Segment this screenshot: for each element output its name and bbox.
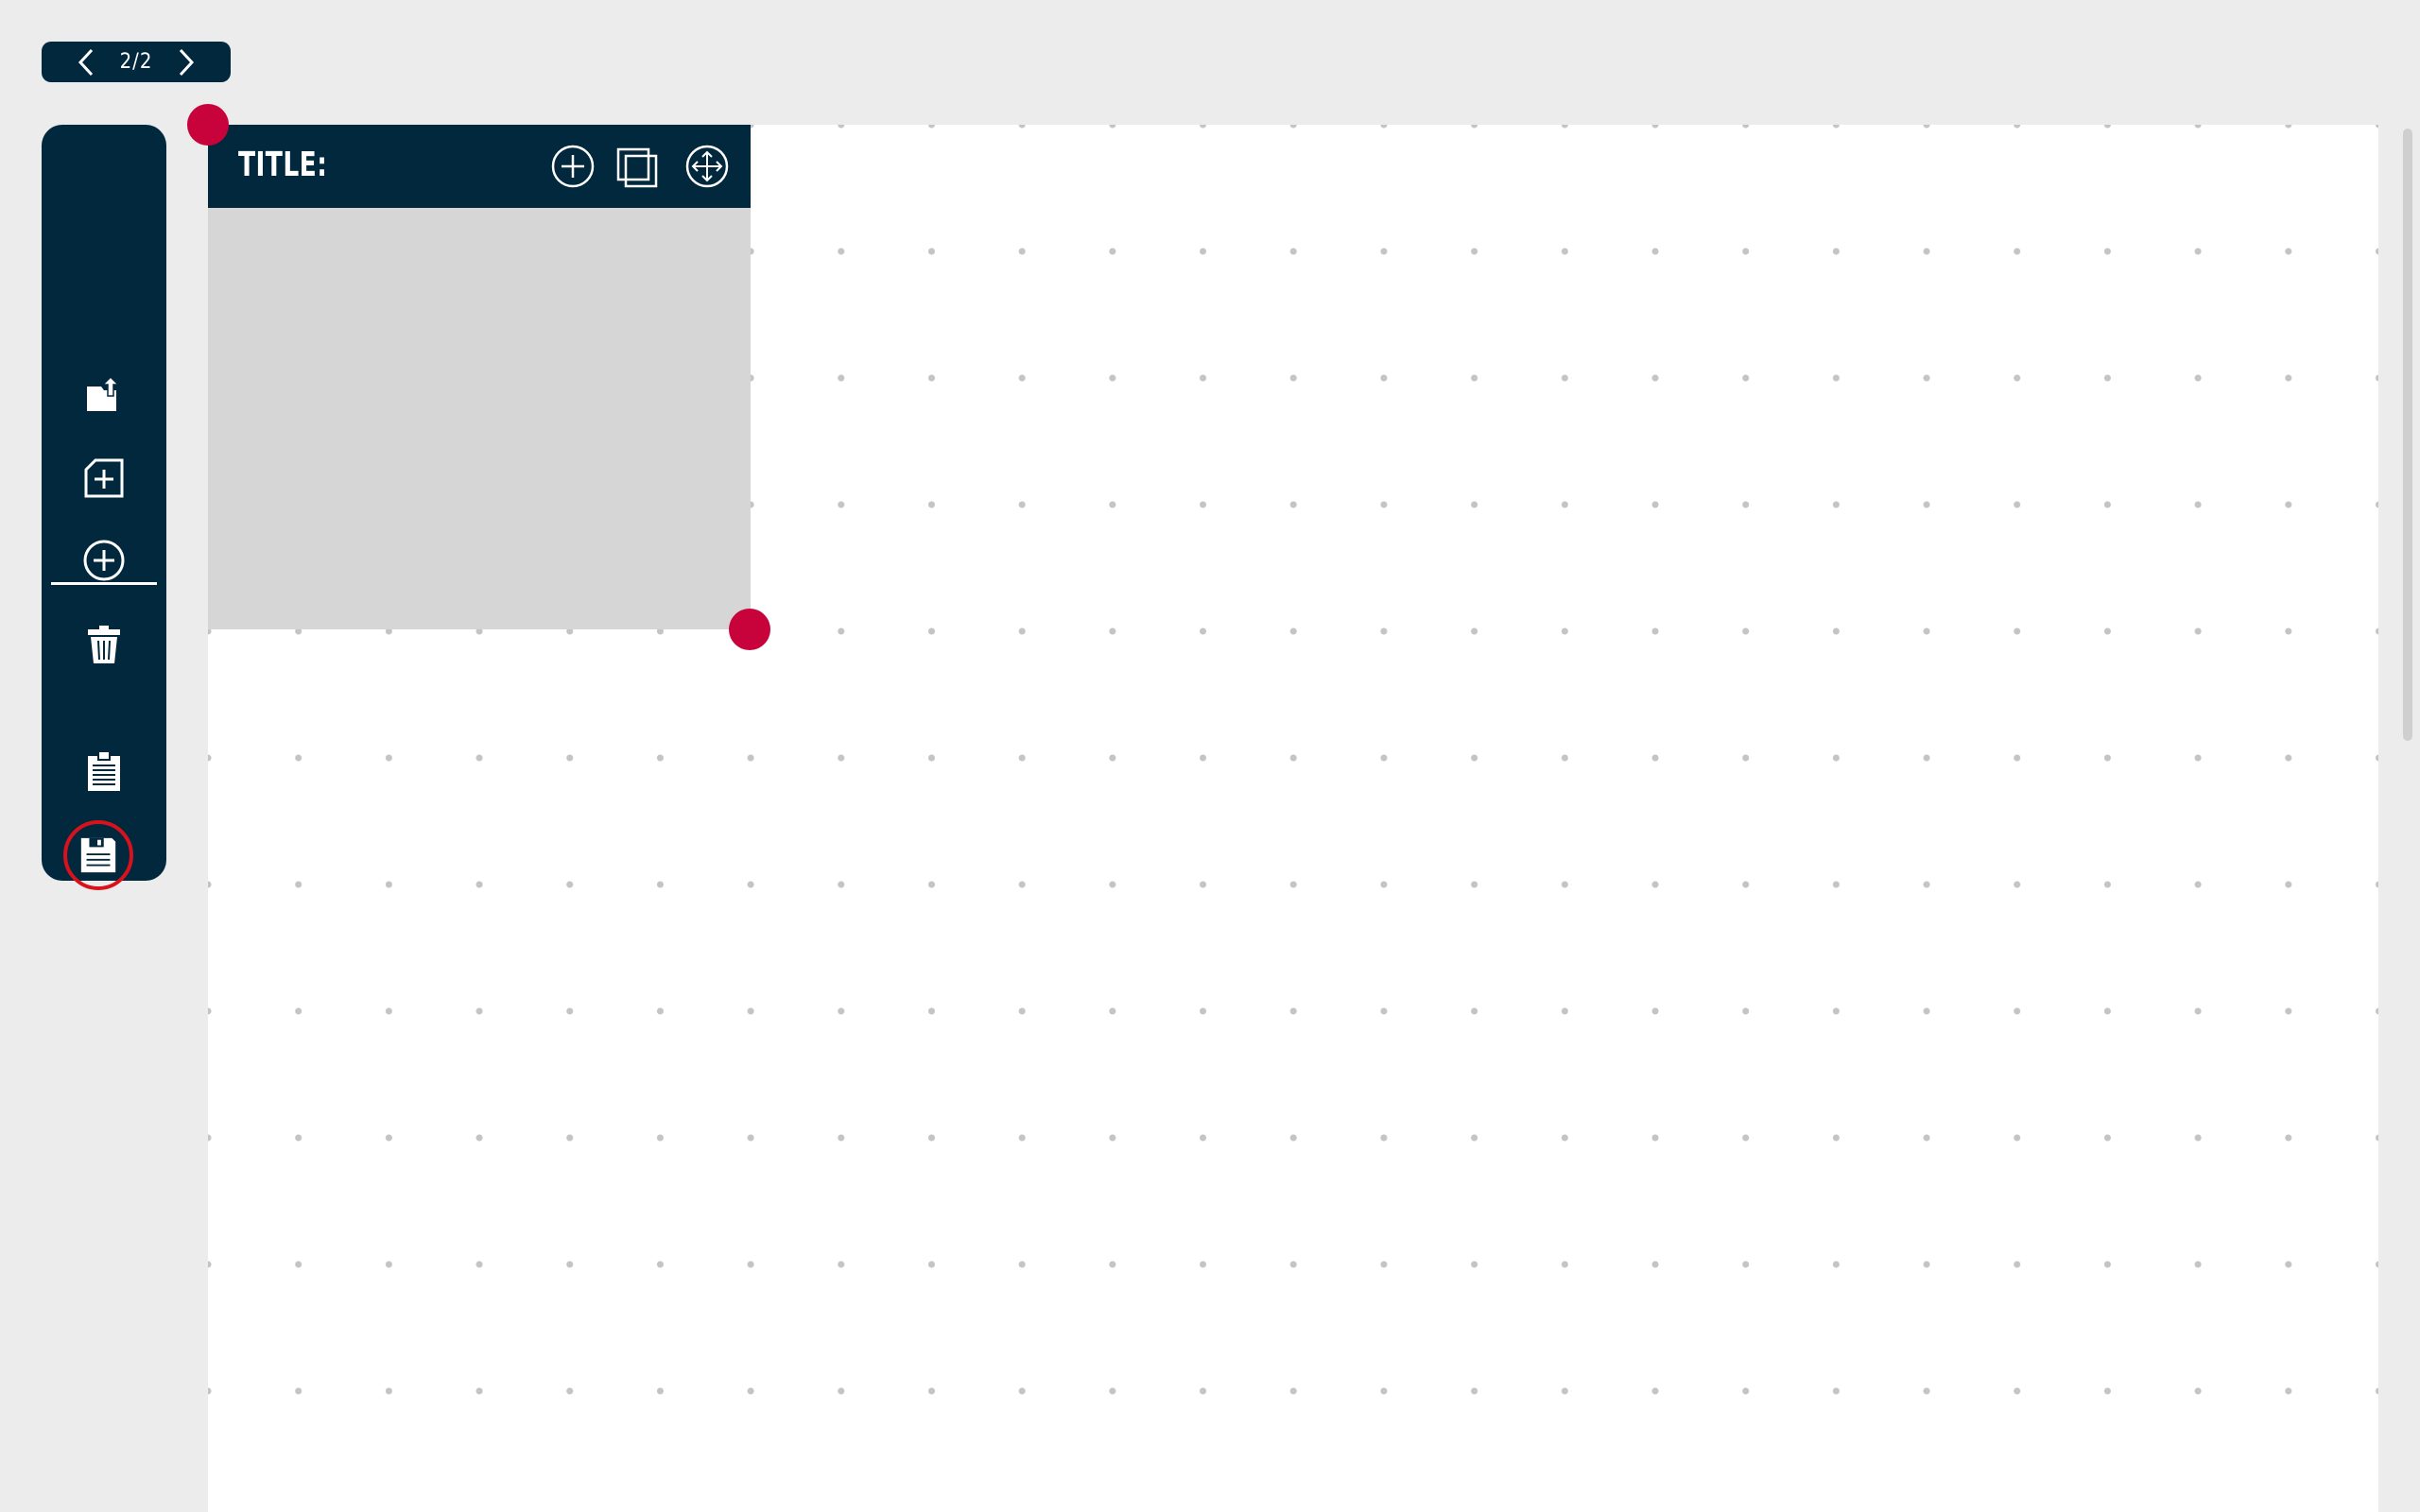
move-arrows-icon — [685, 145, 729, 188]
prev-page-button[interactable] — [73, 46, 99, 78]
add-page-icon — [84, 458, 124, 498]
share-export-icon — [87, 375, 120, 411]
save-button[interactable] — [63, 820, 133, 890]
left-toolbar — [42, 125, 166, 890]
new-page-button[interactable] — [76, 450, 132, 507]
widget-add-button[interactable] — [550, 144, 596, 189]
vertical-scrollbar[interactable] — [2403, 129, 2412, 741]
copy-icon — [616, 147, 658, 188]
resize-handle-top-left[interactable] — [187, 104, 229, 146]
widget-header[interactable]: TITLE: — [208, 125, 751, 208]
resize-handle-bottom-right[interactable] — [729, 609, 770, 650]
add-element-button[interactable] — [76, 532, 132, 589]
floppy-disk-icon — [80, 837, 116, 873]
plus-circle-icon — [551, 145, 595, 188]
plus-circle-icon — [83, 540, 125, 581]
page-counter: 2/2 — [119, 50, 153, 74]
widget-move-button[interactable] — [684, 144, 730, 189]
next-page-button[interactable] — [173, 46, 199, 78]
delete-button[interactable] — [76, 616, 132, 673]
export-button[interactable] — [76, 365, 132, 421]
page-navigator: 2/2 — [42, 42, 231, 82]
canvas-widget[interactable]: TITLE: — [208, 125, 751, 629]
chevron-right-icon — [180, 48, 195, 76]
widget-duplicate-button[interactable] — [614, 144, 660, 189]
widget-title: TITLE: — [238, 146, 328, 184]
trash-icon — [88, 626, 120, 663]
clipboard-button[interactable] — [76, 743, 132, 799]
clipboard-icon — [88, 750, 120, 791]
chevron-left-icon — [78, 48, 93, 76]
widget-body[interactable] — [208, 208, 751, 629]
toolbar-divider — [51, 582, 157, 585]
